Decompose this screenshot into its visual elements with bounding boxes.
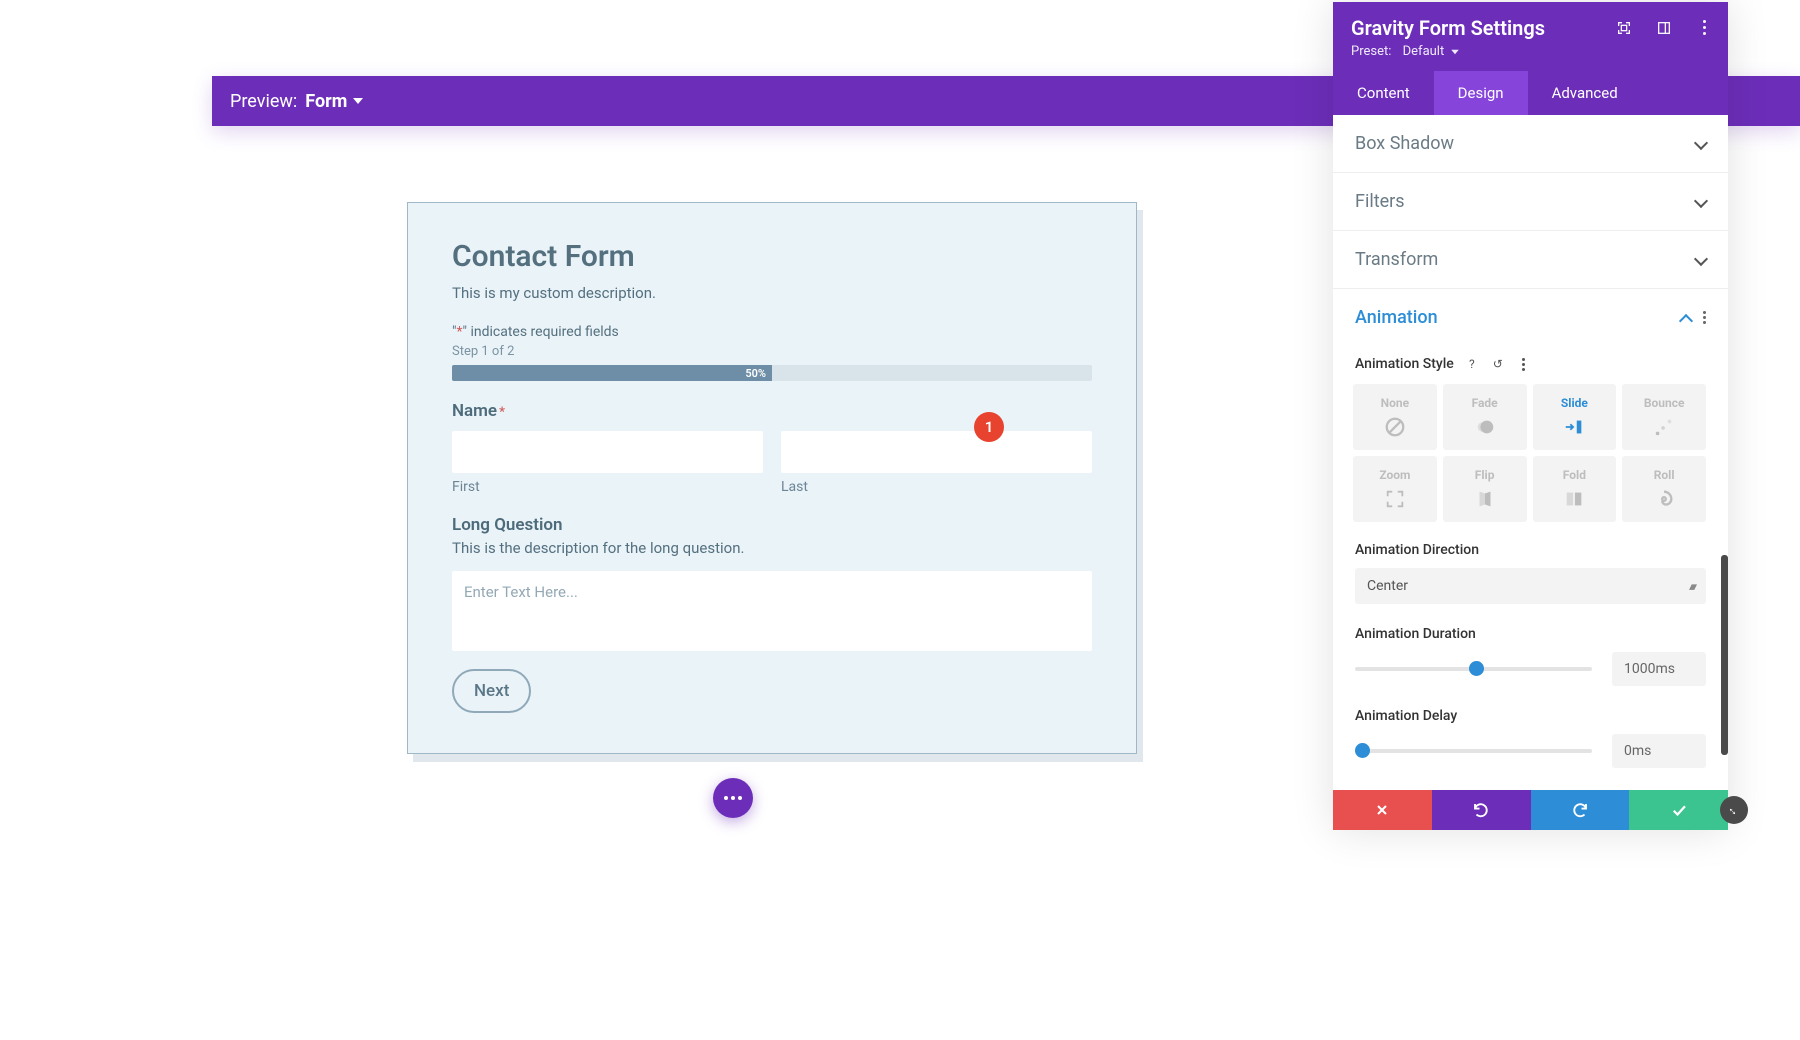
last-sublabel: Last — [781, 479, 1092, 495]
annotation-badge-1: 1 — [974, 412, 1004, 442]
style-fold[interactable]: Fold — [1533, 456, 1617, 522]
style-slide[interactable]: Slide — [1533, 384, 1617, 450]
bounce-icon — [1653, 416, 1675, 438]
fade-icon — [1474, 416, 1496, 438]
duration-slider[interactable] — [1355, 667, 1592, 671]
header-icons — [1616, 20, 1712, 36]
select-arrows-icon: ▴▾ — [1689, 580, 1694, 593]
chevron-down-icon — [1694, 138, 1706, 150]
section-animation[interactable]: Animation — [1333, 289, 1728, 346]
tab-content[interactable]: Content — [1333, 71, 1434, 115]
panel-footer — [1333, 790, 1728, 830]
last-name-input[interactable] — [781, 431, 1092, 473]
chevron-up-icon — [1679, 312, 1691, 324]
preset-dropdown[interactable]: Preset: Default — [1351, 44, 1710, 59]
caret-down-icon — [1451, 49, 1459, 54]
roll-icon — [1653, 488, 1675, 510]
first-sublabel: First — [452, 479, 763, 495]
panel-body: Box Shadow Filters Transform Animation A… — [1333, 115, 1728, 790]
zoom-icon — [1384, 488, 1406, 510]
animation-content: Animation Style ? ↺ None Fade Slide — [1333, 346, 1728, 790]
style-flip[interactable]: Flip — [1443, 456, 1527, 522]
expand-icon[interactable] — [1616, 20, 1632, 36]
help-icon[interactable]: ? — [1464, 356, 1480, 372]
more-icon[interactable] — [1516, 356, 1532, 372]
more-actions-fab[interactable] — [713, 778, 753, 818]
caret-down-icon — [353, 98, 363, 104]
style-bounce[interactable]: Bounce — [1622, 384, 1706, 450]
tab-advanced[interactable]: Advanced — [1528, 71, 1642, 115]
fold-icon — [1563, 488, 1585, 510]
required-note: "*" indicates required fields — [452, 324, 1092, 340]
long-question-label: Long Question — [452, 515, 1092, 535]
direction-select[interactable]: Center ▴▾ — [1355, 568, 1706, 604]
next-button[interactable]: Next — [452, 669, 531, 713]
preview-label: Preview: — [230, 91, 297, 112]
style-fade[interactable]: Fade — [1443, 384, 1527, 450]
direction-label: Animation Direction — [1355, 542, 1706, 558]
delay-value[interactable]: 0ms — [1612, 734, 1706, 768]
delay-slider[interactable] — [1355, 749, 1592, 753]
tab-design[interactable]: Design — [1434, 71, 1528, 115]
cancel-button[interactable] — [1333, 790, 1432, 830]
reset-icon[interactable]: ↺ — [1490, 356, 1506, 372]
style-zoom[interactable]: Zoom — [1353, 456, 1437, 522]
preview-value-dropdown[interactable]: Form — [305, 91, 363, 112]
animation-style-label: Animation Style — [1355, 356, 1454, 372]
step-indicator: Step 1 of 2 — [452, 344, 1092, 359]
first-name-input[interactable] — [452, 431, 763, 473]
chevron-down-icon — [1694, 254, 1706, 266]
section-transform[interactable]: Transform — [1333, 231, 1728, 289]
duration-value[interactable]: 1000ms — [1612, 652, 1706, 686]
panel-header: Gravity Form Settings Preset: Default — [1333, 2, 1728, 71]
redo-button[interactable] — [1531, 790, 1630, 830]
long-question-textarea[interactable]: Enter Text Here... — [452, 571, 1092, 651]
progress-fill: 50% — [452, 365, 772, 381]
none-icon — [1384, 416, 1406, 438]
undo-button[interactable] — [1432, 790, 1531, 830]
settings-panel: Gravity Form Settings Preset: Default Co… — [1333, 2, 1728, 830]
animation-style-grid: None Fade Slide Bounce Zoom — [1353, 384, 1706, 522]
flip-icon — [1474, 488, 1496, 510]
scrollbar[interactable] — [1721, 555, 1728, 755]
chevron-down-icon — [1694, 196, 1706, 208]
panel-tabs: Content Design Advanced — [1333, 71, 1728, 115]
section-more-icon[interactable] — [1703, 311, 1706, 324]
style-none[interactable]: None — [1353, 384, 1437, 450]
dock-icon[interactable] — [1656, 20, 1672, 36]
more-icon[interactable] — [1696, 20, 1712, 36]
slide-icon — [1563, 416, 1585, 438]
progress-bar: 50% — [452, 365, 1092, 381]
form-preview-module[interactable]: Contact Form This is my custom descripti… — [407, 202, 1137, 754]
save-button[interactable] — [1629, 790, 1728, 830]
form-title: Contact Form — [452, 239, 1092, 274]
section-filters[interactable]: Filters — [1333, 173, 1728, 231]
delay-label: Animation Delay — [1355, 708, 1706, 724]
style-roll[interactable]: Roll — [1622, 456, 1706, 522]
duration-label: Animation Duration — [1355, 626, 1706, 642]
form-description: This is my custom description. — [452, 284, 1092, 302]
section-box-shadow[interactable]: Box Shadow — [1333, 115, 1728, 173]
long-question-desc: This is the description for the long que… — [452, 539, 1092, 557]
